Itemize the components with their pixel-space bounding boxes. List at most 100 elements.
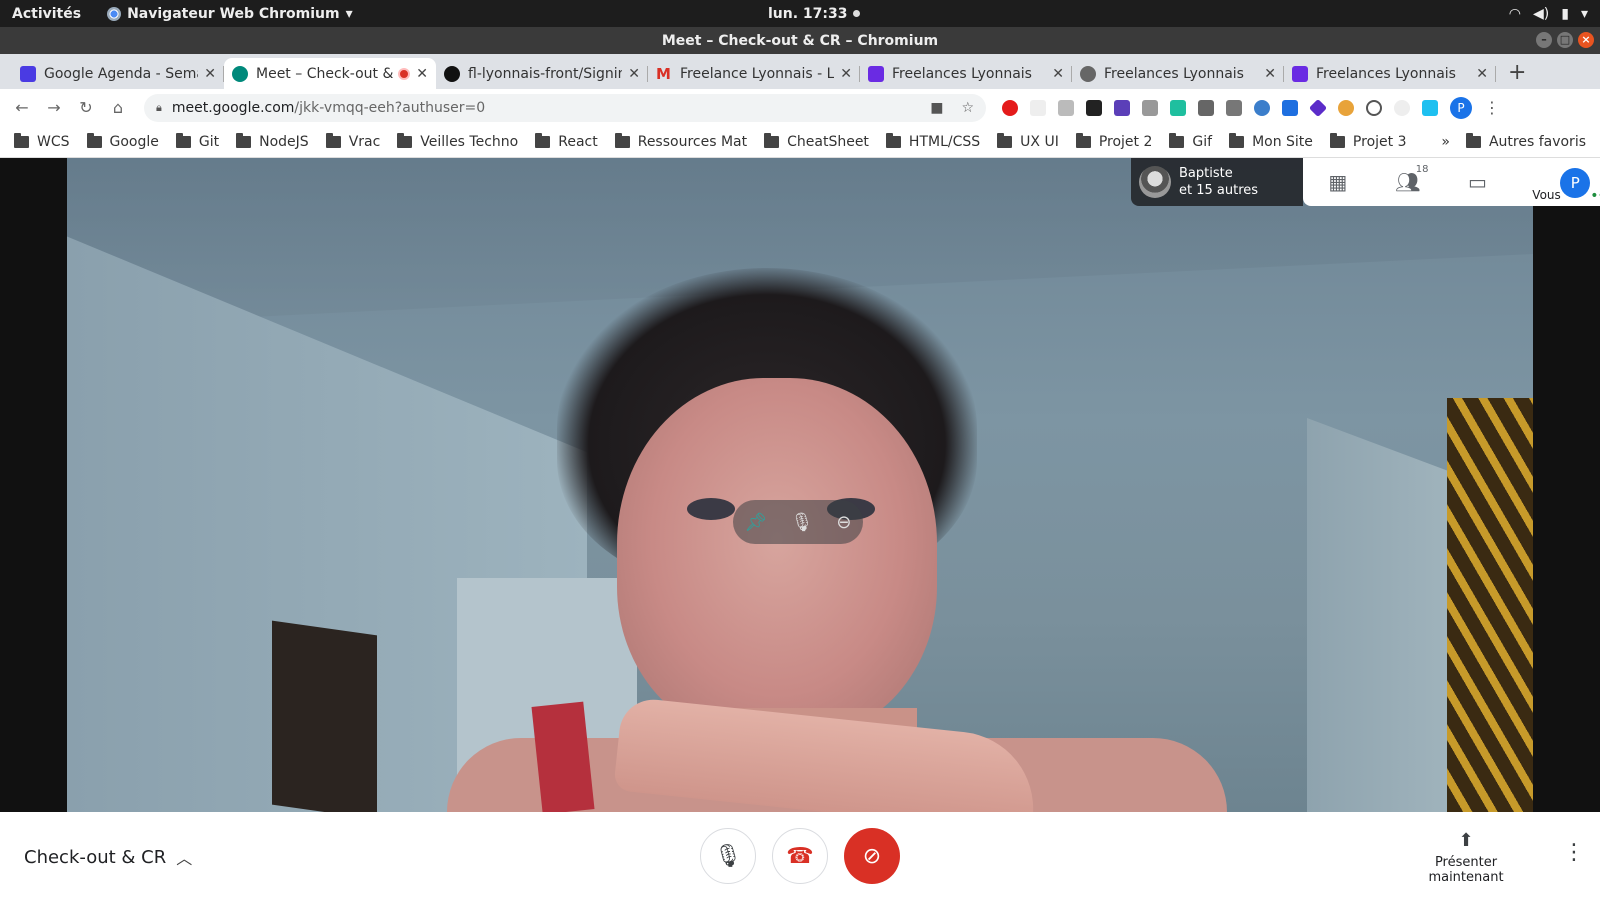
system-tray[interactable]: ◠ ◀) ▮ ▾ bbox=[1509, 6, 1588, 22]
maximize-button[interactable]: □ bbox=[1557, 32, 1573, 48]
grid-extension-icon[interactable] bbox=[1058, 99, 1074, 116]
bookmark-folder[interactable]: Projet 3 bbox=[1329, 132, 1406, 150]
owl-extension-icon[interactable] bbox=[1254, 99, 1270, 116]
bookmark-folder[interactable]: NodeJS bbox=[236, 132, 309, 150]
eyedropper-extension-icon[interactable] bbox=[1198, 99, 1214, 116]
meeting-details-button[interactable]: Check-out & CR ︿ bbox=[24, 845, 192, 869]
tab-freelances-1[interactable]: Freelances Lyonnais ✕ bbox=[860, 58, 1072, 89]
chat-icon[interactable]: ▭ bbox=[1443, 170, 1513, 194]
bookmark-folder[interactable]: HTML/CSS bbox=[885, 132, 980, 150]
chevron-up-icon: ︿ bbox=[176, 849, 193, 868]
close-tab-icon[interactable]: ✕ bbox=[204, 66, 216, 82]
cube-extension-icon[interactable] bbox=[1308, 98, 1328, 117]
people-icon[interactable]: 👥︎ 18 bbox=[1373, 164, 1443, 194]
folder-icon bbox=[614, 132, 630, 148]
battery-icon: ▮ bbox=[1561, 5, 1569, 22]
bookmark-folder[interactable]: WCS bbox=[14, 132, 70, 150]
close-tab-icon[interactable]: ✕ bbox=[1052, 66, 1064, 82]
bookmark-folder[interactable]: React bbox=[535, 132, 598, 150]
bookmark-label: Projet 2 bbox=[1098, 133, 1153, 150]
copy-extension-icon[interactable] bbox=[1142, 99, 1158, 116]
close-tab-icon[interactable]: ✕ bbox=[840, 66, 852, 82]
app-menu[interactable]: Navigateur Web Chromium ▾ bbox=[107, 6, 353, 22]
person-eye bbox=[687, 498, 735, 520]
tab-title: Freelances Lyonnais bbox=[892, 65, 1032, 82]
bird-extension-icon[interactable] bbox=[1170, 99, 1186, 116]
clock[interactable]: lun. 17:33 bbox=[768, 6, 860, 22]
hang-up-button[interactable]: ☎︎ bbox=[772, 828, 828, 884]
vx-extension-icon[interactable] bbox=[1086, 99, 1102, 116]
tab-google-agenda[interactable]: Google Agenda - Semaine ✕ bbox=[12, 58, 224, 89]
lock-icon[interactable]: 🔒︎ bbox=[156, 101, 162, 115]
close-tab-icon[interactable]: ✕ bbox=[1264, 66, 1276, 82]
close-tab-icon[interactable]: ✕ bbox=[1476, 66, 1488, 82]
bookmark-folder[interactable]: Git bbox=[175, 132, 219, 150]
tab-gmail[interactable]: M Freelance Lyonnais - Le ✕ bbox=[648, 58, 860, 89]
camera-off-button[interactable]: ⊘ bbox=[844, 828, 900, 884]
opera-extension-icon[interactable] bbox=[1002, 99, 1018, 116]
bookmark-folder[interactable]: Ressources Mat bbox=[614, 132, 748, 150]
present-screen-icon: ⬆︎ bbox=[1458, 830, 1474, 851]
caret-down-icon: ▾ bbox=[345, 5, 353, 22]
tab-freelances-2[interactable]: Freelances Lyonnais ✕ bbox=[1072, 58, 1284, 89]
bookmark-label: CheatSheet bbox=[787, 133, 869, 150]
self-view[interactable]: P Vous ••• bbox=[1520, 158, 1600, 206]
remove-participant-icon[interactable]: ⊖ bbox=[836, 512, 851, 533]
other-bookmarks-folder[interactable]: Autres favoris bbox=[1465, 132, 1586, 150]
layout-grid-icon[interactable]: ▦ bbox=[1303, 170, 1373, 194]
close-tab-icon[interactable]: ✕ bbox=[628, 66, 640, 82]
more-options-icon[interactable]: ⋮ bbox=[1563, 840, 1585, 865]
s-stylus-extension-icon[interactable] bbox=[1422, 99, 1438, 116]
s-extension-icon[interactable] bbox=[1282, 99, 1298, 116]
tab-freelances-3[interactable]: Freelances Lyonnais ✕ bbox=[1284, 58, 1496, 89]
activities-button[interactable]: Activités bbox=[12, 6, 81, 22]
close-window-button[interactable]: × bbox=[1578, 32, 1594, 48]
home-icon[interactable]: ⌂ bbox=[102, 98, 134, 117]
folder-icon bbox=[86, 132, 102, 148]
volume-icon: ◀) bbox=[1533, 5, 1550, 22]
pin-icon[interactable]: 📌︎ bbox=[745, 512, 768, 533]
z-extension-icon[interactable] bbox=[1114, 99, 1130, 116]
bookmark-folder[interactable]: CheatSheet bbox=[764, 132, 869, 150]
tab-meet[interactable]: Meet – Check-out & CR ✕ bbox=[224, 58, 436, 89]
camera-in-use-icon[interactable]: ■ bbox=[930, 100, 943, 116]
kebab-menu-icon[interactable]: ⋮ bbox=[1484, 98, 1500, 117]
mute-participant-icon[interactable]: 🎙︎ bbox=[790, 512, 813, 533]
bookmark-label: NodeJS bbox=[259, 133, 309, 150]
tab-github[interactable]: fl-lyonnais-front/Signin ✕ bbox=[436, 58, 648, 89]
window-title: Meet – Check-out & CR – Chromium bbox=[661, 32, 939, 49]
new-tab-button[interactable]: + bbox=[1508, 60, 1526, 85]
video-painting bbox=[272, 620, 377, 812]
meet-stage: 📌︎ 🎙︎ ⊖ Baptiste et 15 autres ▦ 👥︎ 18 ▭ P… bbox=[0, 158, 1600, 812]
microphone-button[interactable]: 🎙︎ bbox=[700, 828, 756, 884]
bookmark-folder[interactable]: Vrac bbox=[325, 132, 380, 150]
bookmark-star-icon[interactable]: ☆ bbox=[961, 100, 974, 116]
bookmark-label: Ressources Mat bbox=[637, 133, 748, 150]
bookmark-folder[interactable]: Gif bbox=[1169, 132, 1212, 150]
bookmark-folder[interactable]: Mon Site bbox=[1229, 132, 1313, 150]
present-now-button[interactable]: ⬆︎ Présenter maintenant bbox=[1398, 830, 1534, 885]
bookmarks-overflow-button[interactable]: » bbox=[1441, 134, 1450, 150]
c-extension-icon[interactable] bbox=[1226, 99, 1242, 116]
cookie-extension-icon[interactable] bbox=[1338, 99, 1354, 116]
address-bar[interactable]: 🔒︎ meet.google.com /jkk-vmqq-eeh?authuse… bbox=[144, 93, 986, 122]
clock-extension-icon[interactable] bbox=[1394, 99, 1410, 116]
bookmark-folder[interactable]: UX UI bbox=[997, 132, 1059, 150]
participant-avatar bbox=[1139, 166, 1171, 198]
code-extension-icon[interactable] bbox=[1366, 99, 1382, 116]
bookmark-folder[interactable]: Projet 2 bbox=[1075, 132, 1153, 150]
close-tab-icon[interactable]: ✕ bbox=[416, 66, 428, 82]
recording-icon bbox=[398, 67, 411, 80]
reload-icon[interactable]: ↻ bbox=[70, 98, 102, 117]
minimize-button[interactable]: – bbox=[1536, 32, 1552, 48]
back-icon[interactable]: ← bbox=[6, 98, 38, 117]
participant-video[interactable] bbox=[67, 158, 1533, 812]
tab-title: Freelances Lyonnais bbox=[1104, 65, 1244, 82]
extension-icon[interactable] bbox=[1030, 99, 1046, 116]
profile-avatar[interactable]: P bbox=[1450, 96, 1472, 119]
bookmark-folder[interactable]: Veilles Techno bbox=[397, 132, 518, 150]
bookmark-folder[interactable]: Google bbox=[86, 132, 159, 150]
participant-count: 18 bbox=[1415, 164, 1429, 175]
participants-chip[interactable]: Baptiste et 15 autres bbox=[1131, 158, 1303, 206]
forward-icon[interactable]: → bbox=[38, 98, 70, 117]
